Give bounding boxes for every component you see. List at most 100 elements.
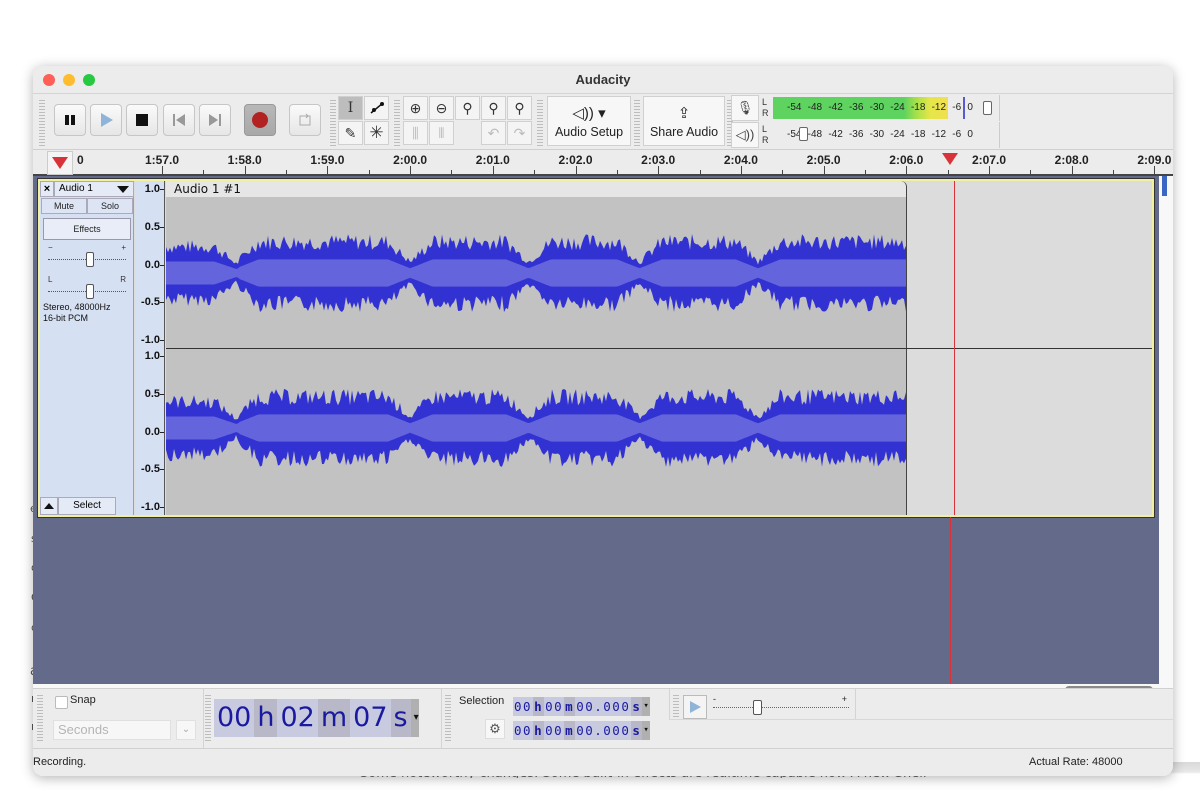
play-button[interactable]: [90, 104, 122, 136]
snap-unit-select[interactable]: Seconds: [53, 720, 171, 740]
zoom-toggle-button[interactable]: ⚲: [507, 96, 532, 120]
meter-tick: -6: [952, 129, 962, 140]
toolbar-grip[interactable]: [537, 98, 543, 146]
ruler-minor-tick: [699, 170, 701, 174]
ruler-minor-tick: [616, 170, 618, 174]
vertical-scrollbar[interactable]: [1159, 176, 1173, 696]
track-menu-button[interactable]: Audio 1: [54, 181, 134, 197]
selection-settings-button[interactable]: ⚙: [485, 719, 505, 739]
amplitude-label: 1.0: [144, 350, 160, 362]
selection-end-time[interactable]: 00 h 00 m 00.000 s ▾: [513, 721, 651, 740]
envelope-tool-button[interactable]: [364, 96, 389, 120]
zoom-out-button[interactable]: ⊖: [429, 96, 454, 120]
toolbar-grip[interactable]: [634, 98, 640, 146]
ruler-minor-tick: [534, 170, 536, 174]
fit-selection-icon: ⚲: [462, 99, 473, 116]
time-format-dropdown[interactable]: ▾: [410, 699, 419, 737]
toolbar-grip[interactable]: [445, 693, 451, 743]
time-seconds: 07: [353, 702, 388, 733]
unit-m: m: [564, 721, 576, 740]
mute-button[interactable]: Mute: [41, 198, 87, 214]
time-display[interactable]: 00 h 02 m 07 s ▾: [214, 699, 419, 737]
snap-checkbox[interactable]: [55, 696, 68, 709]
pan-slider[interactable]: L R: [48, 275, 126, 299]
tracks-area[interactable]: × Audio 1 Mute Solo Effects − + L R Ster…: [33, 176, 1159, 684]
meter-tick: -24: [890, 129, 905, 140]
zoom-in-button[interactable]: ⊕: [403, 96, 428, 120]
silence-audio-button[interactable]: ⫴: [429, 121, 454, 145]
record-volume-slider[interactable]: [983, 101, 992, 115]
toolbar-grip[interactable]: [205, 693, 211, 743]
fit-selection-button[interactable]: ⚲: [455, 96, 480, 120]
actual-rate: Actual Rate: 48000: [1029, 756, 1123, 768]
title-bar: Audacity: [33, 66, 1173, 94]
multi-tool-button[interactable]: ✳: [364, 121, 389, 145]
amplitude-label: 0.0: [144, 425, 160, 438]
speaker-icon[interactable]: ◁)): [731, 122, 759, 148]
effects-button[interactable]: Effects: [43, 218, 131, 240]
selection-start-time[interactable]: 00 h 00 m 00.000 s ▾: [513, 697, 651, 716]
ruler-start-box: [47, 151, 73, 175]
pan-slider-thumb[interactable]: [86, 284, 94, 299]
loop-button[interactable]: [289, 104, 321, 136]
playback-speed-slider[interactable]: - +: [713, 694, 849, 717]
playback-meter[interactable]: ◁)) L R -54 -48 -42 -36 -30 -24 -18 -12 …: [731, 122, 1171, 148]
unit-s: s: [631, 721, 643, 740]
ruler-minor-tick: [286, 170, 288, 174]
toolbar-grip[interactable]: [673, 693, 679, 717]
stop-button[interactable]: [126, 104, 158, 136]
amplitude-tick: [160, 189, 164, 190]
sel-end-format-dropdown[interactable]: ▾: [642, 721, 651, 740]
meter-tick: -18: [910, 102, 926, 113]
gain-slider[interactable]: − +: [48, 243, 126, 267]
amplitude-tick: [160, 264, 164, 266]
vertical-scrollbar-thumb[interactable]: [1162, 176, 1167, 196]
draw-tool-button[interactable]: ✎: [338, 121, 363, 145]
pause-button[interactable]: [54, 104, 86, 136]
meter-tick: -30: [869, 102, 885, 113]
pan-right-label: R: [120, 275, 126, 284]
skip-to-end-button[interactable]: [199, 104, 231, 136]
fit-project-icon: ⚲: [488, 99, 499, 116]
playhead-start-marker[interactable]: [52, 157, 68, 169]
waveform-area[interactable]: Audio 1 #1: [166, 181, 1152, 515]
ruler-label: 2:05.0: [806, 153, 841, 167]
microphone-icon[interactable]: 🎙: [731, 95, 759, 121]
playback-volume-slider[interactable]: [799, 127, 808, 141]
collapse-track-button[interactable]: [40, 497, 58, 515]
unit-m: m: [564, 697, 576, 716]
skip-to-start-button[interactable]: [163, 104, 195, 136]
solo-button[interactable]: Solo: [87, 198, 133, 214]
toolbar-grip[interactable]: [394, 98, 400, 146]
timeline-ruler[interactable]: 0 1:57.0 1:58.0 1:59.0 2:00.0 2:01.0 2:02.0 2:…: [33, 150, 1173, 176]
select-track-button[interactable]: Select: [58, 497, 116, 515]
ruler-major-tick: [162, 166, 163, 174]
trim-audio-button[interactable]: ⫼: [403, 121, 428, 145]
share-audio-button[interactable]: ⇪ Share Audio: [643, 96, 725, 146]
selection-tool-button[interactable]: I: [338, 96, 363, 120]
sel-start-seconds: 00.000: [576, 699, 631, 714]
play-at-speed-button[interactable]: [683, 695, 707, 719]
record-meter[interactable]: 🎙 L R -54 -48 -42 -36 -30 -24 -18 -12 -6…: [731, 95, 1171, 121]
ruler-label: 2:06.0: [889, 153, 924, 167]
silence-icon: ⫴: [438, 124, 445, 141]
redo-button[interactable]: ↷: [507, 121, 532, 145]
amplitude-tick: [160, 356, 164, 357]
toolbar-grip[interactable]: [330, 98, 336, 146]
audio-track[interactable]: × Audio 1 Mute Solo Effects − + L R Ster…: [37, 178, 1155, 518]
gain-slider-thumb[interactable]: [86, 252, 94, 267]
undo-button[interactable]: ↶: [481, 121, 506, 145]
meter-divider: [999, 122, 1000, 148]
playhead-marker[interactable]: [942, 153, 958, 165]
toolbar-grip[interactable]: [39, 98, 45, 146]
meter-tick: -18: [910, 129, 926, 140]
audio-setup-button[interactable]: ◁)) ▾ Audio Setup: [547, 96, 631, 146]
sel-start-format-dropdown[interactable]: ▾: [642, 697, 651, 716]
record-button[interactable]: [244, 104, 276, 136]
snap-unit-dropdown[interactable]: ⌄: [176, 720, 196, 740]
amplitude-tick: [160, 340, 164, 341]
toolbar-grip[interactable]: [37, 693, 43, 743]
track-close-button[interactable]: ×: [40, 181, 54, 197]
speed-slider-thumb[interactable]: [753, 700, 762, 715]
fit-project-button[interactable]: ⚲: [481, 96, 506, 120]
